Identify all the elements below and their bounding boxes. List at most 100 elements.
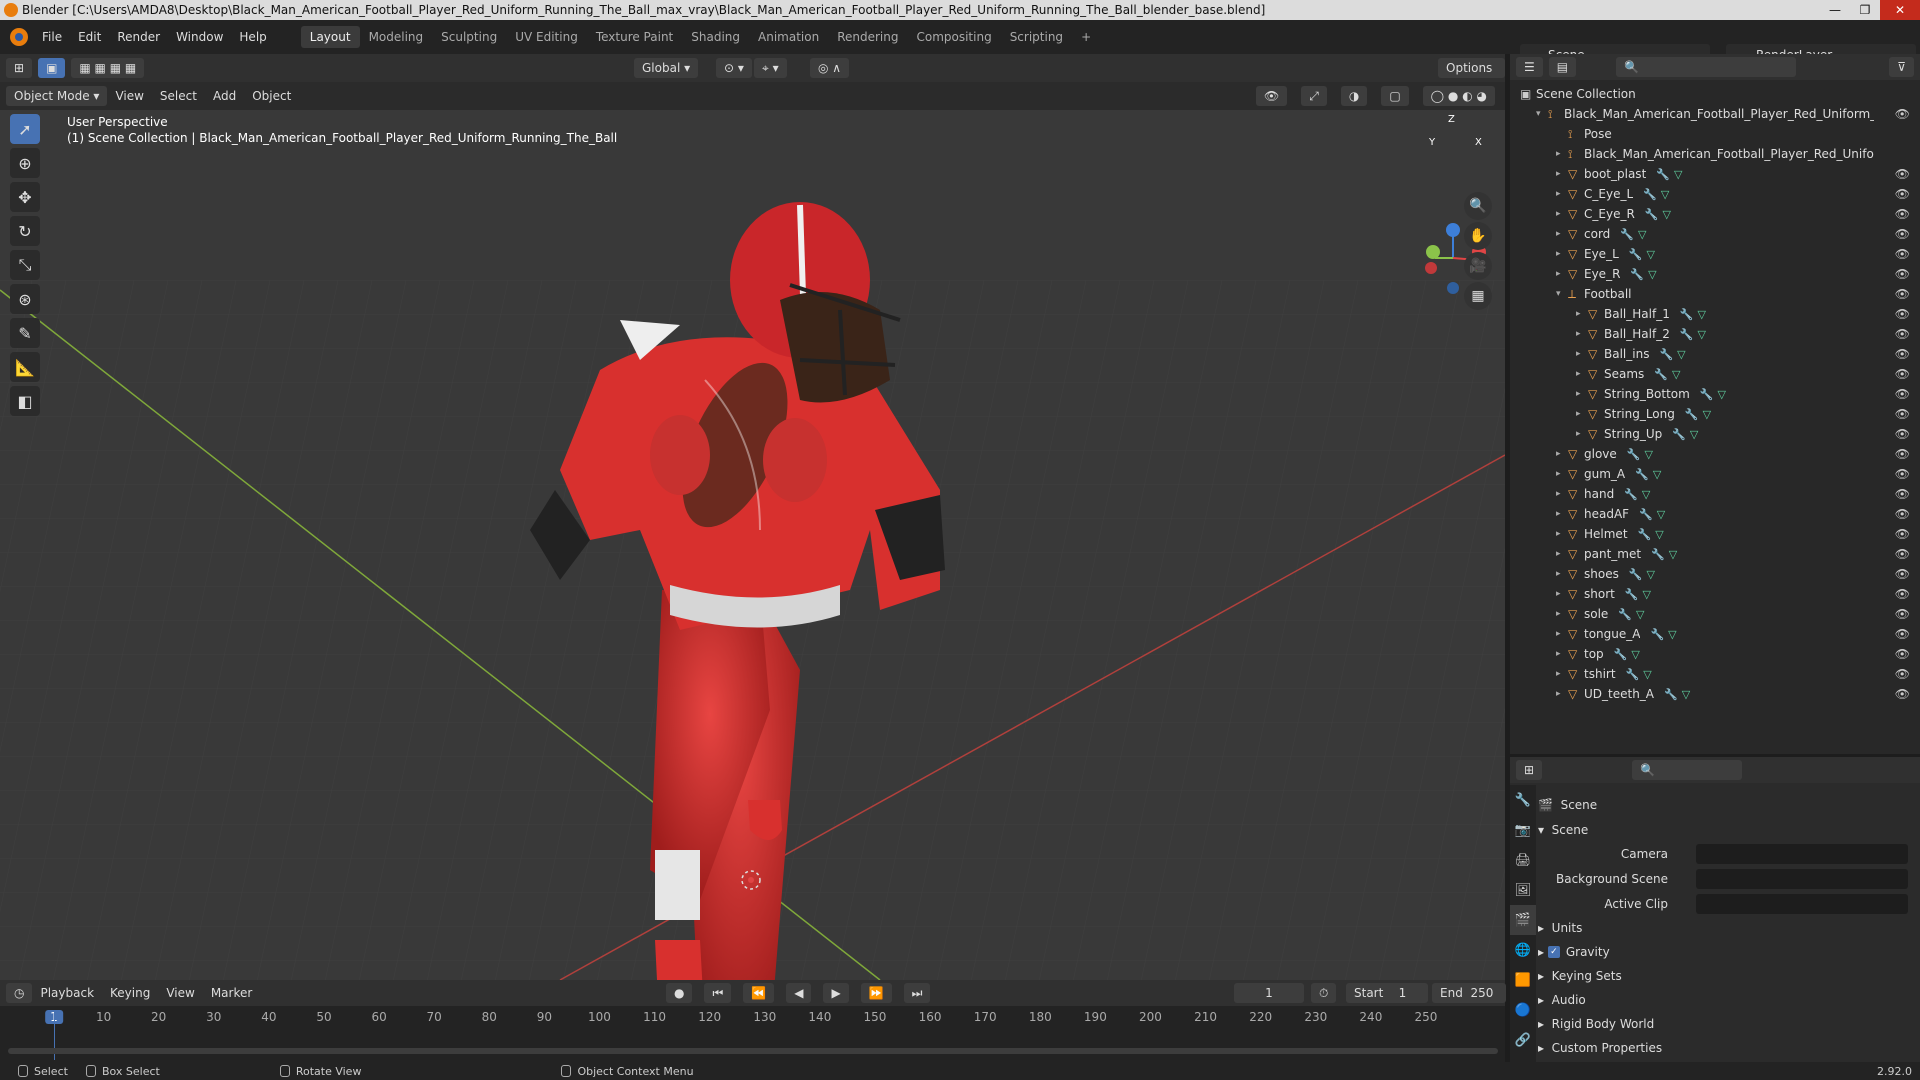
viewport-menu-object[interactable]: Object <box>244 89 299 103</box>
visibility-eye-icon[interactable]: 👁 <box>1895 387 1910 401</box>
expand-arrow-icon[interactable]: ▸ <box>1556 469 1568 479</box>
mesh-data-icon[interactable]: ▽ <box>1648 268 1656 281</box>
workspace-tab-compositing[interactable]: Compositing <box>907 26 1000 48</box>
expand-arrow-icon[interactable]: ▸ <box>1556 689 1568 699</box>
modifier-icon[interactable]: 🔧 <box>1629 568 1643 581</box>
modifier-icon[interactable]: 🔧 <box>1639 508 1653 521</box>
world-tab-icon[interactable]: 🌐 <box>1510 935 1536 965</box>
visibility-eye-icon[interactable]: 👁 <box>1895 347 1910 361</box>
outliner-row[interactable]: ▸ ▽ gum_A 🔧 ▽ 👁 <box>1510 464 1920 484</box>
timeline-view-menu[interactable]: View <box>158 986 202 1000</box>
visibility-icon[interactable]: 👁 <box>1256 86 1288 106</box>
mesh-data-icon[interactable]: ▽ <box>1661 188 1669 201</box>
expand-arrow-icon[interactable]: ▸ <box>1556 449 1568 459</box>
filter-icon[interactable]: ⊽ <box>1889 57 1914 77</box>
pivot-point-icon[interactable]: ⊙ ▾ <box>716 58 752 78</box>
visibility-eye-icon[interactable]: 👁 <box>1895 587 1910 601</box>
modifier-icon[interactable]: 🔧 <box>1626 668 1640 681</box>
visibility-eye-icon[interactable]: 👁 <box>1895 627 1910 641</box>
outliner-row[interactable]: ▸ ▽ Ball_Half_2 🔧 ▽ 👁 <box>1510 324 1920 344</box>
mesh-data-icon[interactable]: ▽ <box>1690 428 1698 441</box>
keying-sets-panel[interactable]: ▸ Keying Sets <box>1538 965 1918 987</box>
expand-arrow-icon[interactable]: ▸ <box>1556 269 1568 279</box>
modifier-icon[interactable]: 🔧 <box>1618 608 1632 621</box>
mesh-data-icon[interactable]: ▽ <box>1669 548 1677 561</box>
outliner-row[interactable]: ▾ ⟂ Football 👁 <box>1510 284 1920 304</box>
marker-menu[interactable]: Marker <box>203 986 260 1000</box>
workspace-tab-texture-paint[interactable]: Texture Paint <box>587 26 682 48</box>
modifier-icon[interactable]: 🔧 <box>1664 688 1678 701</box>
outliner-row[interactable]: ▸ ▽ String_Long 🔧 ▽ 👁 <box>1510 404 1920 424</box>
minimize-button[interactable]: — <box>1820 0 1850 20</box>
visibility-eye-icon[interactable]: 👁 <box>1895 487 1910 501</box>
transform-tool-icon[interactable]: ⊛ <box>10 284 40 314</box>
outliner-row[interactable]: ▸ ▽ hand 🔧 ▽ 👁 <box>1510 484 1920 504</box>
outliner-row[interactable]: ▸ ▽ String_Bottom 🔧 ▽ 👁 <box>1510 384 1920 404</box>
outliner-row[interactable]: ▸ ▽ UD_teeth_A 🔧 ▽ 👁 <box>1510 684 1920 704</box>
expand-arrow-icon[interactable]: ▸ <box>1576 329 1588 339</box>
outliner-row[interactable]: ▸ ▽ short 🔧 ▽ 👁 <box>1510 584 1920 604</box>
workspace-tab-rendering[interactable]: Rendering <box>828 26 907 48</box>
modifier-icon[interactable]: 🔧 <box>1645 208 1659 221</box>
outliner-row[interactable]: ▸ ▽ tshirt 🔧 ▽ 👁 <box>1510 664 1920 684</box>
tool-tab-icon[interactable]: 🔧 <box>1510 785 1536 815</box>
modifier-icon[interactable]: 🔧 <box>1672 428 1686 441</box>
visibility-eye-icon[interactable]: 👁 <box>1895 307 1910 321</box>
mesh-data-icon[interactable]: ▽ <box>1703 408 1711 421</box>
current-frame-field[interactable]: 1 <box>1234 983 1304 1003</box>
scene-collection-row[interactable]: ▣ Scene Collection <box>1510 84 1920 104</box>
mesh-data-icon[interactable]: ▽ <box>1643 668 1651 681</box>
modifier-icon[interactable]: 🔧 <box>1700 388 1714 401</box>
outliner-row[interactable]: ▸ ▽ glove 🔧 ▽ 👁 <box>1510 444 1920 464</box>
visibility-eye-icon[interactable]: 👁 <box>1895 507 1910 521</box>
timeline-scrollbar[interactable] <box>8 1048 1498 1054</box>
workspace-tab-scripting[interactable]: Scripting <box>1001 26 1072 48</box>
gravity-panel[interactable]: ▸ ✓ Gravity <box>1538 941 1918 963</box>
expand-arrow-icon[interactable]: ▸ <box>1576 429 1588 439</box>
mesh-data-icon[interactable]: ▽ <box>1646 248 1654 261</box>
outliner-row[interactable]: ▸ ▽ pant_met 🔧 ▽ 👁 <box>1510 544 1920 564</box>
visibility-eye-icon[interactable]: 👁 <box>1895 167 1910 181</box>
expand-arrow-icon[interactable]: ▸ <box>1556 209 1568 219</box>
modifier-icon[interactable]: 🔧 <box>1635 468 1649 481</box>
mesh-data-icon[interactable]: ▽ <box>1668 628 1676 641</box>
workspace-tab-sculpting[interactable]: Sculpting <box>432 26 506 48</box>
visibility-eye-icon[interactable]: 👁 <box>1895 327 1910 341</box>
camera-field[interactable] <box>1696 844 1908 864</box>
outliner-row[interactable]: ▸ ▽ C_Eye_R 🔧 ▽ 👁 <box>1510 204 1920 224</box>
move-tool-icon[interactable]: ✥ <box>10 182 40 212</box>
pan-hand-icon[interactable]: ✋ <box>1464 222 1492 250</box>
outliner-row[interactable]: ⟟ Pose <box>1510 124 1920 144</box>
custom-properties-panel[interactable]: ▸ Custom Properties <box>1538 1037 1918 1059</box>
timeline-editor-type-icon[interactable]: ◷ <box>6 983 33 1003</box>
menu-edit[interactable]: Edit <box>70 20 109 54</box>
expand-arrow-icon[interactable]: ▸ <box>1576 409 1588 419</box>
visibility-eye-icon[interactable]: 👁 <box>1895 287 1910 301</box>
3d-viewport[interactable]: User Perspective (1) Scene Collection | … <box>0 110 1505 980</box>
next-keyframe-icon[interactable]: ⏩ <box>860 983 892 1003</box>
transform-orientation-dropdown[interactable]: Global ▾ <box>634 58 699 78</box>
modifier-icon[interactable]: 🔧 <box>1625 588 1639 601</box>
units-panel[interactable]: ▸ Units <box>1538 917 1918 939</box>
properties-editor-type-icon[interactable]: ⊞ <box>1516 760 1543 780</box>
modifier-icon[interactable]: 🔧 <box>1659 348 1673 361</box>
viewport-menu-view[interactable]: View <box>107 89 151 103</box>
mesh-data-icon[interactable]: ▽ <box>1631 648 1639 661</box>
shading-mode-icons[interactable]: ◯ ● ◐ ◕ <box>1422 86 1495 106</box>
mesh-data-icon[interactable]: ▽ <box>1644 448 1652 461</box>
visibility-eye-icon[interactable]: 👁 <box>1895 207 1910 221</box>
overlay-toggle-icon[interactable]: ◑ <box>1340 86 1368 106</box>
visibility-eye-icon[interactable]: 👁 <box>1895 227 1910 241</box>
mesh-data-icon[interactable]: ▽ <box>1636 608 1644 621</box>
outliner-row[interactable]: ▸ ▽ tongue_A 🔧 ▽ 👁 <box>1510 624 1920 644</box>
mesh-data-icon[interactable]: ▽ <box>1682 688 1690 701</box>
viewport-menu-select[interactable]: Select <box>152 89 205 103</box>
outliner-editor-type-icon[interactable]: ☰ <box>1516 57 1543 77</box>
modifier-icon[interactable]: 🔧 <box>1624 488 1638 501</box>
gizmo-toggle-icon[interactable]: ⤢ <box>1301 86 1327 106</box>
outliner-row[interactable]: ▸ ▽ shoes 🔧 ▽ 👁 <box>1510 564 1920 584</box>
modifier-icon[interactable]: 🔧 <box>1680 308 1694 321</box>
expand-arrow-icon[interactable]: ▸ <box>1556 489 1568 499</box>
outliner-row[interactable]: ▸ ▽ top 🔧 ▽ 👁 <box>1510 644 1920 664</box>
play-icon[interactable]: ▶ <box>823 983 849 1003</box>
